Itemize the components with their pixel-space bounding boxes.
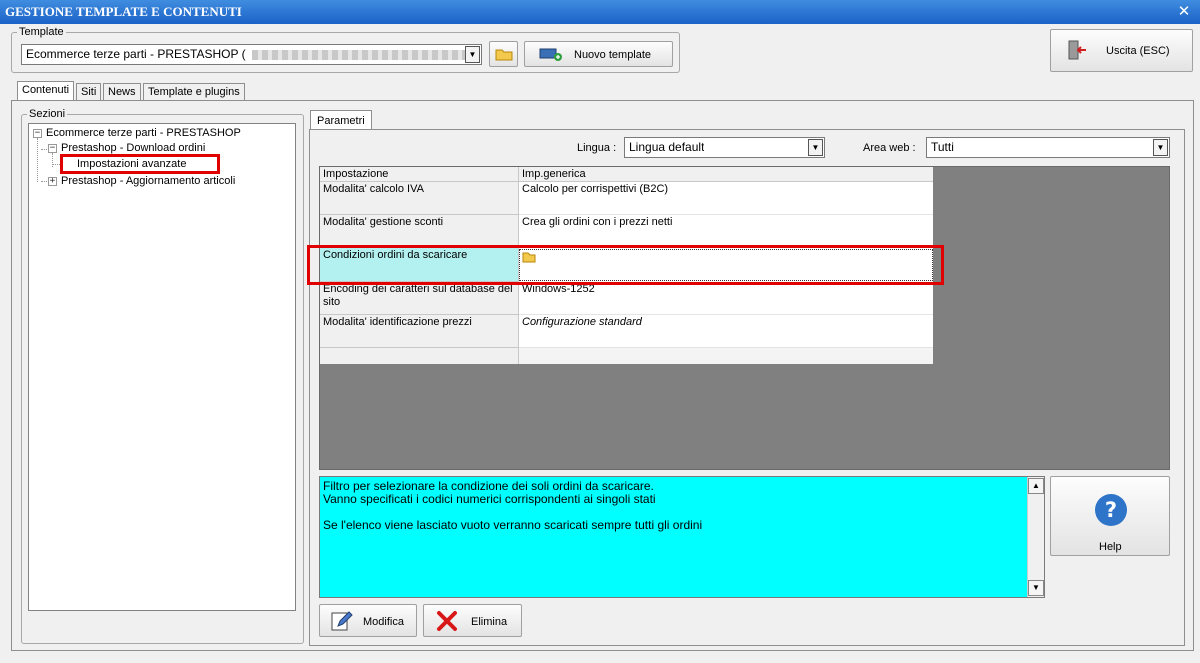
exit-door-icon: [1068, 40, 1086, 60]
column-header-imp-generica[interactable]: Imp.generica: [519, 167, 933, 182]
modifica-button[interactable]: Modifica: [319, 604, 417, 637]
help-label: Help: [1099, 541, 1122, 553]
help-icon: ?: [1095, 494, 1127, 526]
table-row-name[interactable]: Modalita' identificazione prezzi: [320, 315, 519, 348]
highlight-frame: [307, 245, 944, 285]
edit-icon: [331, 611, 353, 631]
table-row-value[interactable]: Calcolo per corrispettivi (B2C): [519, 182, 933, 215]
scroll-down-icon[interactable]: ▼: [1028, 580, 1044, 596]
table-row-empty-value[interactable]: [519, 348, 933, 364]
folder-icon: [495, 49, 513, 61]
elimina-button[interactable]: Elimina: [423, 604, 522, 637]
lingua-select[interactable]: Lingua default ▼: [624, 137, 825, 158]
template-group-label: Template: [17, 26, 66, 38]
exit-button[interactable]: Uscita (ESC): [1050, 29, 1193, 72]
new-template-button[interactable]: Nuovo template: [524, 41, 673, 67]
tab-template-plugins[interactable]: Template e plugins: [143, 83, 245, 101]
tab-news[interactable]: News: [103, 83, 141, 101]
collapse-icon[interactable]: −: [48, 144, 57, 153]
area-web-select[interactable]: Tutti ▼: [926, 137, 1170, 158]
tab-contenuti[interactable]: Contenuti: [17, 81, 75, 101]
lingua-value: Lingua default: [629, 140, 705, 154]
open-folder-button[interactable]: [489, 41, 518, 67]
description-line-2: Vanno specificati i codici numerici corr…: [323, 492, 656, 506]
table-row-value[interactable]: Crea gli ordini con i prezzi netti: [519, 215, 933, 248]
table-row-name[interactable]: Modalita' calcolo IVA: [320, 182, 519, 215]
tree-node-aggiornamento-articoli[interactable]: Prestashop - Aggiornamento articoli: [61, 175, 235, 188]
blurred-text: [252, 50, 472, 60]
description-text: Filtro per selezionare la condizione dei…: [323, 480, 702, 532]
tab-siti[interactable]: Siti: [76, 83, 102, 101]
column-header-impostazione[interactable]: Impostazione: [320, 167, 519, 182]
help-button[interactable]: ? Help: [1050, 476, 1170, 556]
table-row-empty[interactable]: [320, 348, 519, 364]
chevron-down-icon[interactable]: ▼: [1153, 139, 1168, 156]
collapse-icon[interactable]: −: [33, 129, 42, 138]
sections-label: Sezioni: [27, 108, 68, 120]
sections-tree[interactable]: − Ecommerce terze parti - PRESTASHOP − P…: [28, 123, 296, 611]
modifica-label: Modifica: [363, 616, 404, 628]
add-template-icon: [539, 48, 562, 61]
highlight-frame: [60, 154, 220, 174]
table-row-value[interactable]: Windows-1252: [519, 282, 933, 315]
template-select-value: Ecommerce terze parti - PRESTASHOP (: [26, 47, 246, 61]
window-title: GESTIONE TEMPLATE E CONTENUTI: [5, 4, 242, 19]
window-title-bar: GESTIONE TEMPLATE E CONTENUTI: [0, 0, 1200, 24]
chevron-down-icon[interactable]: ▼: [465, 46, 480, 63]
tab-parametri[interactable]: Parametri: [310, 110, 372, 130]
area-web-value: Tutti: [931, 140, 954, 154]
chevron-down-icon[interactable]: ▼: [808, 139, 823, 156]
table-row-value[interactable]: Configurazione standard: [519, 315, 933, 348]
lingua-label: Lingua :: [577, 142, 617, 154]
description-line-3: Se l'elenco viene lasciato vuoto verrann…: [323, 518, 703, 532]
close-icon[interactable]: ✕: [1176, 0, 1192, 24]
area-web-label: Area web :: [863, 142, 916, 154]
tree-node-root[interactable]: Ecommerce terze parti - PRESTASHOP: [46, 127, 241, 140]
description-scrollbar[interactable]: ▲ ▼: [1027, 477, 1044, 597]
template-select[interactable]: Ecommerce terze parti - PRESTASHOP ( ▼: [21, 44, 482, 65]
table-row-name[interactable]: Modalita' gestione sconti: [320, 215, 519, 248]
delete-x-icon: [437, 611, 457, 631]
scroll-up-icon[interactable]: ▲: [1028, 478, 1044, 494]
table-row-name[interactable]: Encoding dei caratteri sul database del …: [320, 282, 519, 315]
description-box[interactable]: Filtro per selezionare la condizione dei…: [319, 476, 1045, 598]
expand-icon[interactable]: +: [48, 177, 57, 186]
new-template-label: Nuovo template: [574, 49, 652, 61]
elimina-label: Elimina: [471, 616, 508, 628]
exit-label: Uscita (ESC): [1106, 45, 1170, 57]
